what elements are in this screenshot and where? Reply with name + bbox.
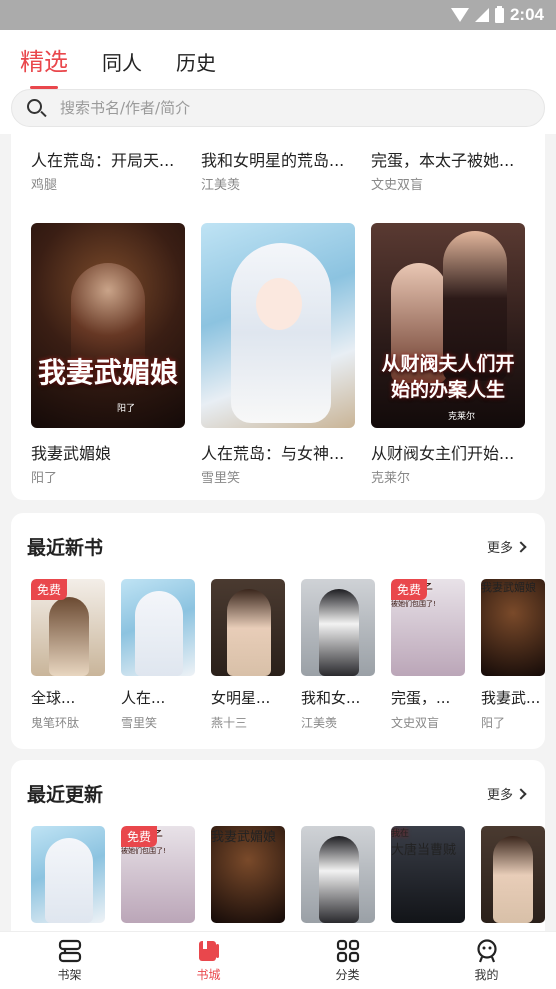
chevron-right-icon [515, 540, 527, 553]
book-cover[interactable]: 我妻武媚娘 [481, 579, 545, 676]
book-title[interactable]: 我妻武... [481, 687, 545, 708]
nav-label: 书城 [196, 968, 221, 982]
status-bar: 2:04 [0, 0, 556, 30]
book-title[interactable]: 人在荒岛：开局天... [31, 147, 174, 171]
book-title[interactable]: 从财阀女主们开始... [371, 440, 514, 464]
book-author: 克莱尔 [371, 471, 411, 486]
free-badge: 免费 [31, 579, 68, 600]
search-bar[interactable] [11, 89, 545, 127]
cover-subtext: 被她们包围了! [391, 600, 436, 608]
book-cover[interactable] [201, 223, 355, 428]
battery-icon [494, 5, 504, 23]
book-cover[interactable]: 我妻武媚娘 阳了 [31, 223, 185, 428]
book-cover[interactable]: 免费 本太子 被她们包围了! [391, 579, 465, 676]
tab-fanfic[interactable]: 同人 [102, 47, 142, 76]
more-button[interactable]: 更多 [486, 537, 527, 556]
cover-text: 从财阀夫人们开始的办案人生 [381, 353, 515, 401]
book-title[interactable]: 完蛋，本太子被她... [371, 147, 514, 171]
wifi-icon [450, 8, 469, 22]
book-cover[interactable]: 免费 [31, 579, 105, 676]
search-input[interactable] [60, 99, 500, 117]
book-cover[interactable] [301, 826, 375, 923]
profile-icon [476, 939, 497, 963]
free-badge: 免费 [391, 579, 428, 600]
tab-label: 历史 [176, 51, 216, 75]
book-title[interactable]: 我妻武媚娘 [31, 440, 111, 464]
signal-icon [474, 8, 489, 22]
more-label: 更多 [486, 541, 513, 556]
nav-bookstore[interactable]: 书城 [139, 932, 278, 989]
nav-label: 书架 [57, 968, 82, 982]
status-time: 2:04 [509, 5, 544, 24]
tab-label: 同人 [102, 51, 142, 75]
book-cover[interactable] [301, 579, 375, 676]
book-cover[interactable]: 从财阀夫人们开始的办案人生 克莱尔 [371, 223, 525, 428]
cover-mark: 克莱尔 [447, 412, 475, 422]
nav-label: 分类 [335, 968, 360, 982]
nav-category[interactable]: 分类 [278, 932, 417, 989]
book-title[interactable]: 完蛋，... [391, 687, 465, 708]
search-icon [26, 98, 47, 118]
bottom-nav: 书架 书城 分类 我的 [0, 931, 556, 989]
tab-featured[interactable]: 精选 [20, 42, 68, 89]
book-title[interactable]: 全球... [31, 687, 105, 708]
bookshelf-icon [58, 939, 81, 963]
book-title[interactable]: 女明星... [211, 687, 285, 708]
nav-bookshelf[interactable]: 书架 [0, 932, 139, 989]
free-badge: 免费 [121, 826, 158, 847]
nav-profile[interactable]: 我的 [417, 932, 556, 989]
chevron-right-icon [515, 787, 527, 800]
category-icon [336, 939, 359, 963]
featured-section: 人在荒岛：开局天... 鸡腿 我和女明星的荒岛... 江美羡 完蛋，本太子被她.… [11, 134, 545, 500]
book-cover[interactable] [31, 826, 105, 923]
book-cover[interactable] [211, 579, 285, 676]
nav-label: 我的 [474, 968, 499, 982]
book-cover[interactable]: 我妻武媚娘 [211, 826, 285, 923]
book-author: 江美羡 [201, 178, 241, 193]
book-author: 雪里笑 [201, 471, 241, 486]
book-cover[interactable]: 免费 本太子 被她们包围了! [121, 826, 195, 923]
bookstore-icon [198, 941, 219, 961]
book-cover[interactable] [121, 579, 195, 676]
book-title[interactable]: 人在荒岛：与女神... [201, 440, 344, 464]
section-title: 最近更新 [27, 784, 104, 806]
book-author: 文史双盲 [371, 178, 424, 193]
cover-mark: 阳了 [116, 404, 135, 414]
tab-history[interactable]: 历史 [176, 47, 216, 76]
book-author: 文史双盲 [391, 716, 440, 730]
book-author: 鸡腿 [31, 178, 58, 193]
book-author: 雪里笑 [121, 716, 158, 730]
tab-label: 精选 [20, 48, 68, 76]
top-tabs: 精选 同人 历史 [20, 42, 216, 89]
cover-text: 我妻武媚娘 [481, 581, 536, 594]
book-author: 燕十三 [211, 716, 248, 730]
book-author: 阳了 [31, 471, 58, 486]
content-scroll[interactable]: 人在荒岛：开局天... 鸡腿 我和女明星的荒岛... 江美羡 完蛋，本太子被她.… [0, 134, 556, 931]
cover-subtext: 被她们包围了! [121, 847, 166, 855]
cover-text: 我妻武媚娘 [211, 830, 277, 845]
more-button[interactable]: 更多 [486, 784, 527, 803]
book-title[interactable]: 人在... [121, 687, 195, 708]
cover-text-top: 我在 [391, 829, 410, 839]
section-title: 最近新书 [27, 537, 104, 559]
recent-updated-section: 最近更新 更多 免费 本太子 被她们包围了! 我妻武媚娘 我在 大唐当曹贼 [11, 760, 545, 931]
book-author: 阳了 [481, 716, 506, 730]
book-cover[interactable]: 我在 大唐当曹贼 [391, 826, 465, 923]
book-title[interactable]: 我和女明星的荒岛... [201, 147, 344, 171]
book-cover[interactable] [481, 826, 545, 923]
book-title[interactable]: 我和女... [301, 687, 375, 708]
book-author: 鬼笔环肽 [31, 716, 80, 730]
cover-text: 大唐当曹贼 [391, 843, 457, 858]
cover-text: 我妻武媚娘 [37, 356, 178, 389]
header: 精选 同人 历史 [0, 30, 556, 134]
book-author: 江美羡 [301, 716, 338, 730]
recent-new-section: 最近新书 更多 免费 免费 本太子 被她们包围了! 我妻武媚娘 全球... 鬼笔… [11, 513, 545, 749]
more-label: 更多 [486, 788, 513, 803]
